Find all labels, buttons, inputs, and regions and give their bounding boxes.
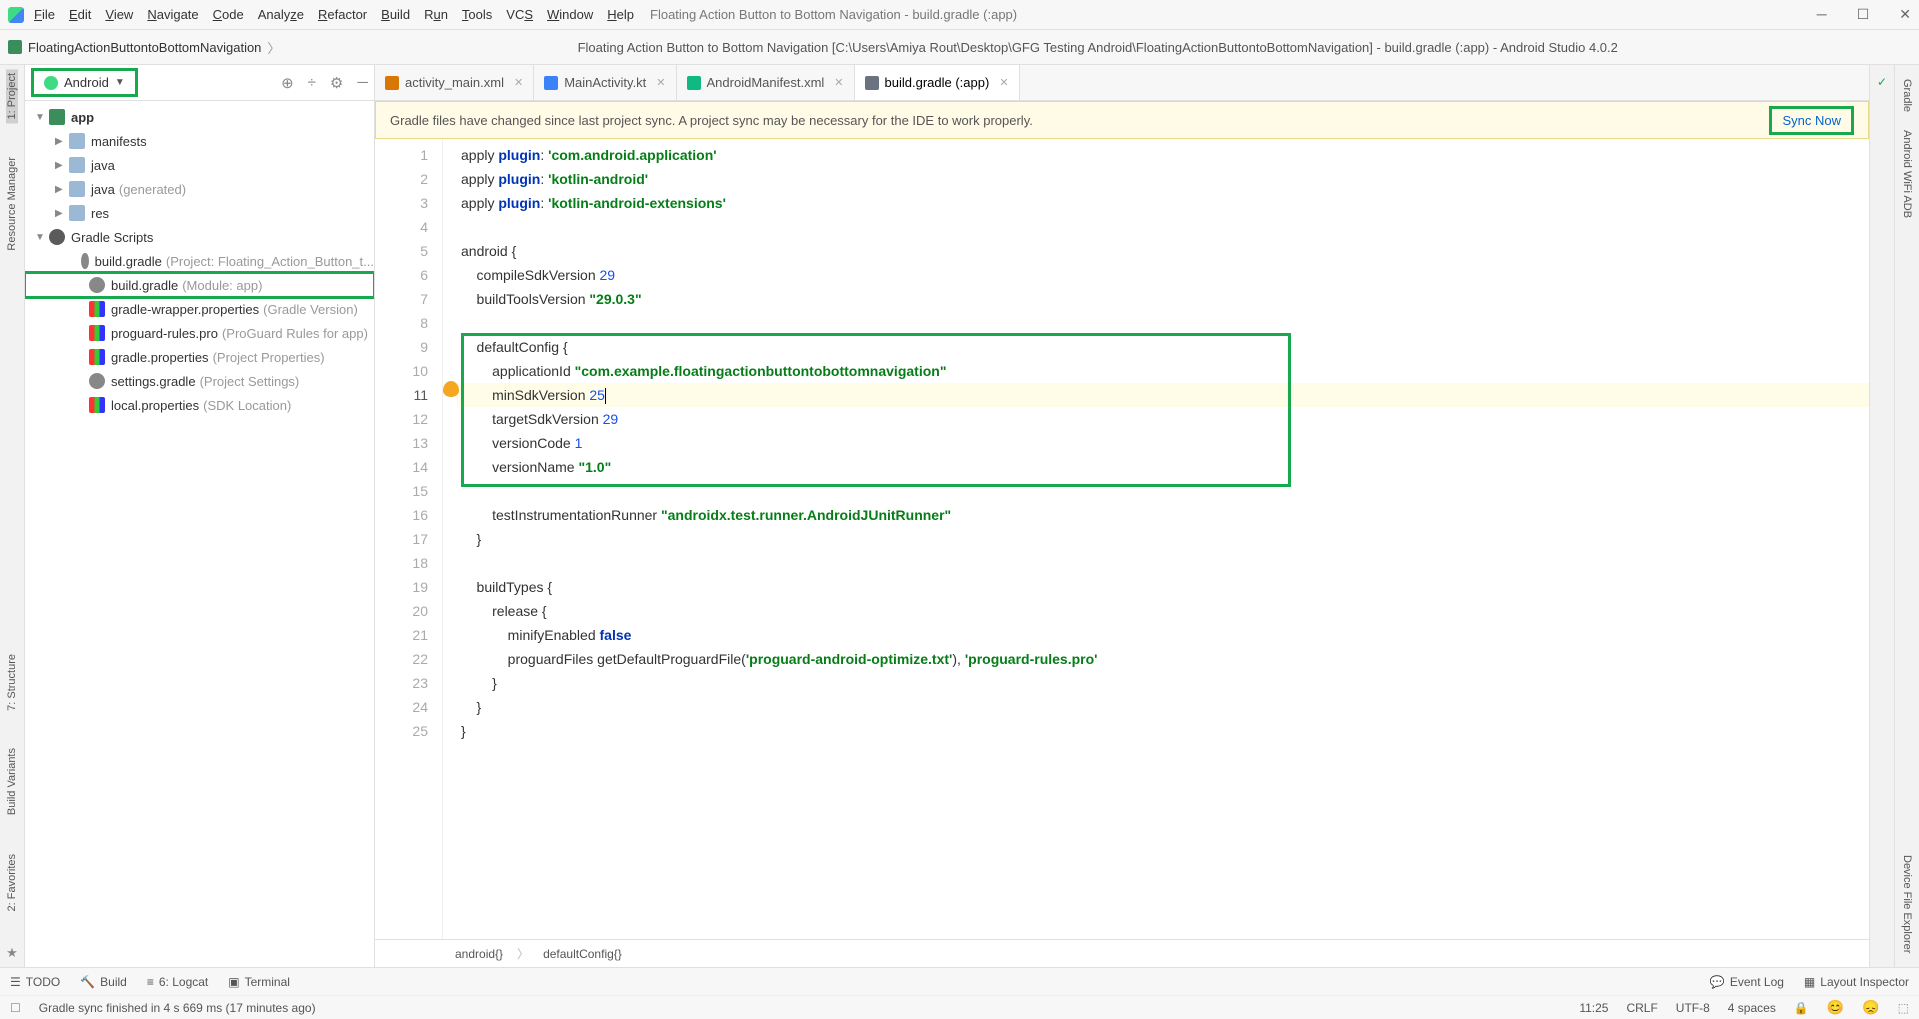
status-encoding[interactable]: UTF-8 (1676, 1001, 1710, 1015)
tab-activity-main[interactable]: activity_main.xml✕ (375, 65, 534, 100)
status-bar: ☐ Gradle sync finished in 4 s 669 ms (17… (0, 995, 1919, 1019)
tree-build-gradle-project[interactable]: build.gradle(Project: Floating_Action_Bu… (25, 249, 374, 273)
memory-icon[interactable]: ⬚ (1898, 1001, 1909, 1015)
sync-banner: Gradle files have changed since last pro… (375, 101, 1869, 139)
bottom-logcat[interactable]: ≡6: Logcat (147, 975, 208, 989)
rail-device-explorer[interactable]: Device File Explorer (1901, 851, 1913, 957)
tree-java-generated[interactable]: ▶java(generated) (25, 177, 374, 201)
tab-main-activity[interactable]: MainActivity.kt✕ (534, 65, 676, 100)
tree-settings-gradle[interactable]: settings.gradle(Project Settings) (25, 369, 374, 393)
rail-gradle[interactable]: Gradle (1901, 75, 1913, 116)
menu-bar: File Edit View Navigate Code Analyze Ref… (0, 0, 1919, 30)
dropdown-label: Android (64, 75, 109, 90)
menu-file[interactable]: File (34, 7, 55, 22)
close-icon[interactable]: ✕ (514, 76, 523, 89)
breadcrumb[interactable]: FloatingActionButtontoBottomNavigation 〉 (0, 38, 286, 57)
menu-window[interactable]: Window (547, 7, 593, 22)
tree-local-properties[interactable]: local.properties(SDK Location) (25, 393, 374, 417)
tree-gradle-scripts[interactable]: ▼Gradle Scripts (25, 225, 374, 249)
menu-help[interactable]: Help (607, 7, 634, 22)
bottom-event-log[interactable]: 💬Event Log (1710, 975, 1784, 989)
close-icon[interactable]: ✕ (999, 76, 1008, 89)
settings-icon[interactable]: ⚙ (330, 74, 343, 92)
rail-structure[interactable]: 7: Structure (6, 650, 18, 715)
line-gutter: 1234567891011121314151617181920212223242… (375, 139, 443, 939)
navigation-bar: FloatingActionButtontoBottomNavigation 〉… (0, 30, 1919, 65)
menu-refactor[interactable]: Refactor (318, 7, 367, 22)
rail-project[interactable]: 1: Project (6, 69, 18, 123)
rail-build-variants[interactable]: Build Variants (6, 744, 18, 819)
android-icon (44, 76, 58, 90)
menu-code[interactable]: Code (213, 7, 244, 22)
editor-tabs: activity_main.xml✕ MainActivity.kt✕ Andr… (375, 65, 1869, 101)
tab-build-gradle[interactable]: build.gradle (:app)✕ (855, 65, 1020, 100)
sync-now-button[interactable]: Sync Now (1769, 106, 1854, 135)
tab-android-manifest[interactable]: AndroidManifest.xml✕ (677, 65, 855, 100)
status-message: Gradle sync finished in 4 s 669 ms (17 m… (39, 1001, 316, 1015)
bottom-terminal[interactable]: ▣Terminal (228, 975, 290, 989)
menu-view[interactable]: View (105, 7, 133, 22)
project-pane: Android ▼ ⊕ ÷ ⚙ ─ ▼app ▶manifests ▶java … (25, 65, 375, 967)
menu-vcs[interactable]: VCS (506, 7, 533, 22)
crumb-android[interactable]: android{} (455, 947, 503, 961)
sad-icon[interactable]: 😞 (1862, 999, 1879, 1016)
rail-wifi-adb[interactable]: Android WiFi ADB (1901, 126, 1913, 222)
menu-navigate[interactable]: Navigate (147, 7, 198, 22)
chevron-down-icon: ▼ (115, 77, 125, 88)
menu-edit[interactable]: Edit (69, 7, 91, 22)
editor-breadcrumbs[interactable]: android{} 〉 defaultConfig{} (375, 939, 1869, 967)
banner-message: Gradle files have changed since last pro… (390, 113, 1033, 128)
collapse-icon[interactable]: ÷ (308, 74, 316, 92)
tree-gradle-properties[interactable]: gradle.properties(Project Properties) (25, 345, 374, 369)
tree-gradle-wrapper[interactable]: gradle-wrapper.properties(Gradle Version… (25, 297, 374, 321)
tree-app[interactable]: ▼app (25, 105, 374, 129)
status-line-separator[interactable]: CRLF (1626, 1001, 1657, 1015)
hide-icon[interactable]: ─ (357, 74, 368, 92)
close-icon[interactable]: ✕ (1899, 6, 1911, 23)
target-icon[interactable]: ⊕ (281, 74, 294, 92)
bottom-layout-inspector[interactable]: ▦Layout Inspector (1804, 975, 1909, 989)
project-tree[interactable]: ▼app ▶manifests ▶java ▶java(generated) ▶… (25, 101, 374, 967)
rail-resource-manager[interactable]: Resource Manager (6, 153, 18, 255)
close-icon[interactable]: ✕ (834, 76, 843, 89)
bottom-tool-bar: ☰TODO 🔨Build ≡6: Logcat ▣Terminal 💬Event… (0, 967, 1919, 995)
editor-area: activity_main.xml✕ MainActivity.kt✕ Andr… (375, 65, 1869, 967)
nav-title: Floating Action Button to Bottom Navigat… (286, 40, 1909, 55)
happy-icon[interactable]: 😊 (1827, 999, 1844, 1016)
project-icon (8, 40, 22, 54)
window-title: Floating Action Button to Bottom Navigat… (650, 7, 1017, 22)
code-content[interactable]: apply plugin: 'com.android.application' … (457, 139, 1869, 939)
android-studio-logo (8, 7, 24, 23)
menu-analyze[interactable]: Analyze (258, 7, 304, 22)
breadcrumb-project: FloatingActionButtontoBottomNavigation (28, 40, 261, 55)
menu-tools[interactable]: Tools (462, 7, 492, 22)
fold-gutter[interactable] (443, 139, 457, 939)
intention-bulb-icon[interactable] (443, 381, 459, 397)
close-icon[interactable]: ✕ (656, 76, 665, 89)
left-tool-rail: 1: Project Resource Manager 7: Structure… (0, 65, 25, 967)
crumb-defaultconfig[interactable]: defaultConfig{} (543, 947, 622, 961)
tree-proguard[interactable]: proguard-rules.pro(ProGuard Rules for ap… (25, 321, 374, 345)
status-indent[interactable]: 4 spaces (1728, 1001, 1776, 1015)
right-tool-rail-1: ✓ (1869, 65, 1894, 967)
minimize-icon[interactable]: ─ (1817, 6, 1827, 23)
tree-java[interactable]: ▶java (25, 153, 374, 177)
maximize-icon[interactable]: ☐ (1857, 6, 1870, 23)
bottom-build[interactable]: 🔨Build (80, 975, 127, 989)
rail-favorites[interactable]: 2: Favorites (6, 850, 18, 915)
tree-res[interactable]: ▶res (25, 201, 374, 225)
tree-manifests[interactable]: ▶manifests (25, 129, 374, 153)
lock-icon[interactable]: 🔒 (1794, 1001, 1809, 1015)
code-editor[interactable]: 1234567891011121314151617181920212223242… (375, 139, 1869, 939)
bottom-todo[interactable]: ☰TODO (10, 975, 60, 989)
chevron-right-icon: 〉 (517, 945, 529, 962)
tree-build-gradle-module[interactable]: build.gradle(Module: app) (25, 273, 374, 297)
right-tool-rail-2: Gradle Android WiFi ADB Device File Expl… (1894, 65, 1919, 967)
project-view-dropdown[interactable]: Android ▼ (31, 68, 138, 97)
chevron-right-icon: 〉 (267, 38, 280, 57)
menu-run[interactable]: Run (424, 7, 448, 22)
menu-build[interactable]: Build (381, 7, 410, 22)
status-position[interactable]: 11:25 (1579, 1001, 1608, 1015)
